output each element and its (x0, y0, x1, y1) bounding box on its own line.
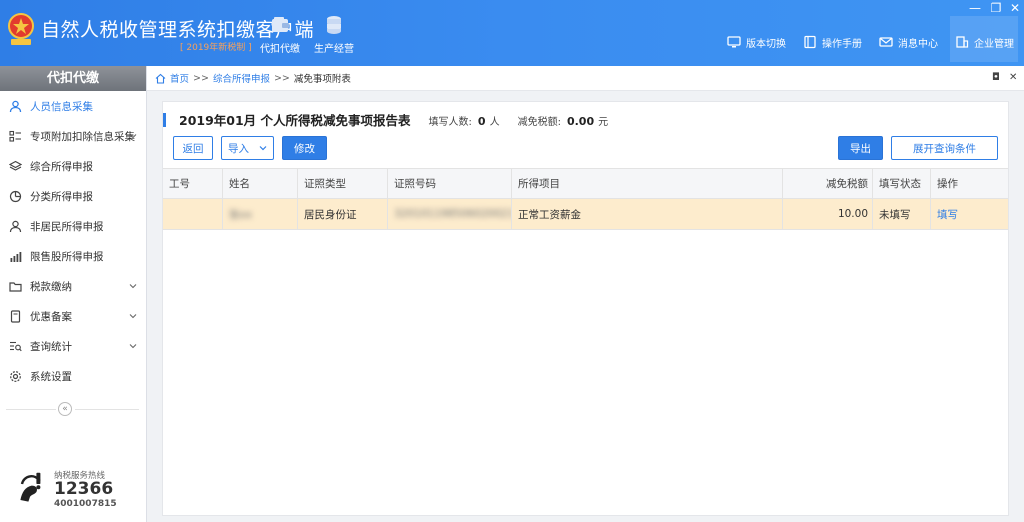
title-accent-bar (163, 113, 166, 127)
nav-business[interactable]: 生产经营 (306, 14, 362, 62)
building-icon (956, 36, 969, 48)
app-header: 自然人税收管理系统扣缴客户端 [ 2019年新税制 ] 代扣代缴 生产经营 — … (0, 0, 1024, 66)
sidebar-item-restricted-stock[interactable]: 限售股所得申报 (0, 241, 146, 271)
folder-icon (9, 281, 22, 292)
breadcrumb-separator: >> (193, 72, 209, 84)
col-header-id-number: 证照号码 (388, 169, 512, 198)
document-icon (10, 309, 21, 323)
coin-stack-icon (327, 16, 341, 34)
tab-close-button[interactable]: ✕ (1009, 72, 1017, 83)
search-list-icon (10, 341, 22, 351)
report-title: 2019年01月 个人所得税减免事项报告表 (179, 113, 411, 128)
sidebar-item-tax-payment[interactable]: 税款缴纳 (0, 271, 146, 301)
close-button[interactable]: ✕ (1008, 2, 1022, 14)
hotline-number-alt: 4001007815 (54, 499, 117, 509)
gear-icon (10, 370, 21, 382)
restore-button[interactable]: ❐ (989, 2, 1003, 14)
nav-enterprise[interactable]: 企业管理 (955, 34, 1014, 50)
headset-icon (20, 472, 41, 502)
sidebar-item-system-settings[interactable]: 系统设置 (0, 361, 146, 391)
tax-emblem-icon (8, 13, 34, 45)
chevron-down-icon (259, 146, 267, 151)
divider (75, 409, 139, 410)
col-header-status: 填写状态 (873, 169, 931, 198)
table-row[interactable]: 张xx 居民身份证 320101198506020021 正常工资薪金 10.0… (163, 199, 1008, 230)
sidebar-item-classified-income[interactable]: 分类所得申报 (0, 181, 146, 211)
modify-button[interactable]: 修改 (282, 136, 327, 160)
chevron-down-icon (129, 134, 137, 139)
col-header-name: 姓名 (223, 169, 298, 198)
export-button[interactable]: 导出 (838, 136, 883, 160)
sidebar-heading: 代扣代缴 (0, 66, 146, 91)
breadcrumb-comprehensive-income[interactable]: 综合所得申报 (213, 71, 270, 85)
col-header-action: 操作 (937, 178, 958, 190)
col-header-id-type: 证照类型 (298, 169, 388, 198)
col-header-employee-id: 工号 (163, 169, 223, 198)
report-header: 2019年01月 个人所得税减免事项报告表 填写人数: 0 人 减免税额: 0.… (169, 110, 609, 128)
person-outline-icon (9, 220, 22, 232)
book-icon (804, 35, 816, 49)
breadcrumb-current: 减免事项附表 (293, 74, 351, 85)
sidebar-collapse-button[interactable]: « (58, 402, 72, 416)
list-icon (9, 130, 21, 142)
home-icon (155, 73, 166, 84)
count-value: 0 (477, 115, 486, 128)
nav-manual[interactable]: 操作手册 (803, 34, 862, 50)
cell-status: 未填写 (873, 199, 931, 229)
cell-income-item: 正常工资薪金 (512, 199, 783, 229)
hotline-banner: 纳税服务热线 12366 4001007815 (10, 461, 136, 513)
amount-value: 0.00 (566, 115, 595, 128)
cell-employee-id (163, 199, 223, 229)
breadcrumb-separator: >> (273, 72, 290, 84)
bar-chart-icon (10, 251, 22, 262)
cell-id-type: 居民身份证 (298, 199, 388, 229)
col-header-amount: 减免税额 (783, 169, 873, 198)
cell-id-number: 320101198506020021 (388, 199, 512, 229)
blurred-id-number: 320101198506020021 (394, 208, 512, 220)
sidebar-item-nonresident-income[interactable]: 非居民所得申报 (0, 211, 146, 241)
mail-icon (879, 37, 893, 47)
chevron-down-icon (129, 314, 137, 319)
cell-amount: 10.00 (783, 199, 873, 229)
amount-label: 减免税额: (517, 117, 561, 128)
sidebar-item-preferential-filing[interactable]: 优惠备案 (0, 301, 146, 331)
report-table: 工号 姓名 证照类型 证照号码 所得项目 减免税额 填写状态 操作 张xx 居民… (163, 168, 1008, 230)
cell-name: 张xx (223, 199, 298, 229)
count-unit: 人 (489, 117, 500, 128)
sidebar-item-query-stats[interactable]: 查询统计 (0, 331, 146, 361)
app-subtitle: [ 2019年新税制 ] (180, 43, 252, 53)
hotline-number: 12366 (54, 479, 114, 499)
blurred-name: 张xx (229, 208, 252, 221)
table-header-row: 工号 姓名 证照类型 证照号码 所得项目 减免税额 填写状态 操作 (163, 168, 1008, 199)
nav-messages[interactable]: 消息中心 (879, 34, 938, 50)
cell-action: 填写 (931, 199, 1008, 229)
import-dropdown-button[interactable]: 导入 (221, 136, 274, 160)
chevron-down-icon (129, 284, 137, 289)
sidebar-item-comprehensive-income[interactable]: 综合所得申报 (0, 151, 146, 181)
breadcrumb: 首页 >> 综合所得申报 >> 减免事项附表 ◘ ✕ (147, 66, 1024, 91)
tab-restore-button[interactable]: ◘ (992, 72, 1000, 83)
fill-in-link[interactable]: 填写 (937, 207, 958, 222)
wallet-icon (272, 17, 289, 32)
back-button[interactable]: 返回 (173, 136, 213, 160)
minimize-button[interactable]: — (968, 2, 982, 14)
sidebar: 代扣代缴 人员信息采集 专项附加扣除信息采集 综合所得申报 分类所得申报 非居民… (0, 66, 147, 522)
sidebar-item-personnel[interactable]: 人员信息采集 (0, 91, 146, 121)
nav-withholding[interactable]: 代扣代缴 (252, 14, 308, 62)
report-panel: 2019年01月 个人所得税减免事项报告表 填写人数: 0 人 减免税额: 0.… (162, 101, 1009, 516)
breadcrumb-home[interactable]: 首页 (170, 71, 189, 85)
chevron-down-icon (129, 344, 137, 349)
count-label: 填写人数: (428, 117, 472, 128)
amount-unit: 元 (598, 117, 609, 128)
sidebar-item-special-deduction[interactable]: 专项附加扣除信息采集 (0, 121, 146, 151)
person-icon (9, 100, 22, 112)
divider (6, 409, 56, 410)
nav-version-switch[interactable]: 版本切换 (727, 34, 786, 50)
col-header-income-item: 所得项目 (512, 169, 783, 198)
layers-icon (9, 160, 22, 171)
monitor-icon (727, 36, 741, 48)
expand-query-button[interactable]: 展开查询条件 (891, 136, 998, 160)
pie-icon (9, 190, 22, 202)
